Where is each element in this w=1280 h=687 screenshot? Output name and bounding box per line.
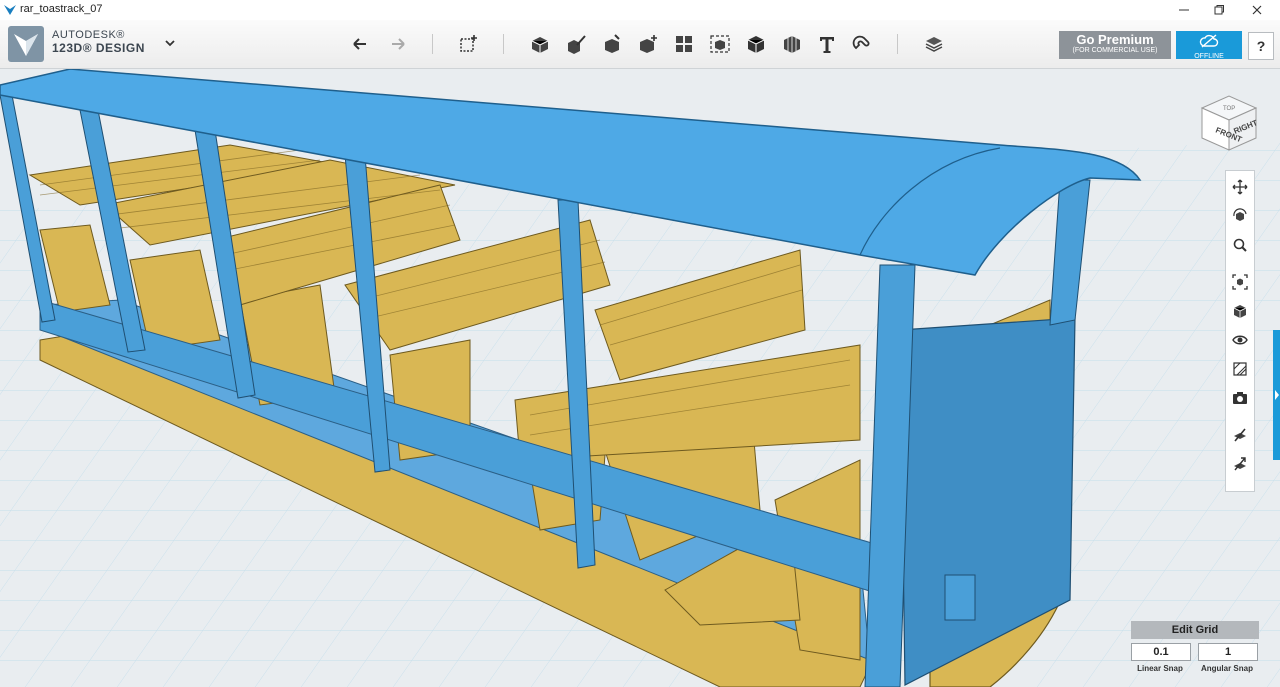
brand-name: AUTODESK® 123D® DESIGN — [52, 29, 145, 55]
camera-icon[interactable] — [1229, 387, 1251, 409]
brand-v-icon — [14, 34, 38, 56]
cloud-offline-icon — [1199, 34, 1219, 48]
title-bar: rar_toastrack_07 — [0, 0, 1280, 20]
premium-label: Go Premium — [1076, 32, 1154, 47]
text-icon[interactable] — [815, 32, 839, 56]
orbit-icon[interactable] — [1229, 205, 1251, 227]
grouping-icon[interactable] — [672, 32, 696, 56]
offline-button[interactable]: OFFLINE — [1176, 31, 1242, 60]
materials-icon[interactable] — [1229, 358, 1251, 380]
cube-top-label: TOP — [1223, 106, 1235, 112]
undo-icon[interactable] — [349, 32, 373, 56]
pan-icon[interactable] — [1229, 176, 1251, 198]
end-window — [944, 574, 976, 621]
fit-icon[interactable] — [1229, 271, 1251, 293]
primitives-icon[interactable] — [457, 32, 481, 56]
view-cube-icon: FRONT RIGHT TOP — [1200, 95, 1259, 151]
help-button[interactable]: ? — [1248, 32, 1274, 60]
snap-icon[interactable] — [850, 32, 874, 56]
snap-tool-icon[interactable] — [1229, 424, 1251, 446]
material-icon[interactable] — [922, 32, 946, 56]
toolbar-separator — [503, 34, 504, 54]
premium-sublabel: (FOR COMMERCIAL USE) — [1072, 47, 1158, 54]
zoom-icon[interactable] — [1229, 234, 1251, 256]
construct-icon[interactable] — [564, 32, 588, 56]
restore-icon[interactable] — [1200, 0, 1238, 20]
modify-icon[interactable] — [600, 32, 624, 56]
angular-snap-field[interactable]: 1 — [1198, 643, 1258, 661]
views-icon[interactable] — [1229, 300, 1251, 322]
combine-icon[interactable] — [708, 32, 732, 56]
settings-icon[interactable] — [1229, 453, 1251, 475]
window-title: rar_toastrack_07 — [20, 3, 103, 15]
linear-snap-field[interactable]: 0.1 — [1131, 643, 1191, 661]
linear-snap-label: Linear Snap — [1137, 664, 1183, 673]
edit-grid-button[interactable]: Edit Grid — [1131, 621, 1259, 639]
brand-logo[interactable] — [8, 26, 44, 62]
toolbar-separator — [897, 34, 898, 54]
go-premium-button[interactable]: Go Premium (FOR COMMERCIAL USE) — [1059, 31, 1171, 59]
visibility-icon[interactable] — [1229, 329, 1251, 351]
brand-line-2: 123D® DESIGN — [52, 41, 145, 55]
redo-icon[interactable] — [385, 32, 409, 56]
offline-label: OFFLINE — [1194, 53, 1224, 60]
close-icon[interactable] — [1238, 0, 1276, 20]
scene-canvas — [0, 69, 1280, 687]
chevron-down-icon[interactable] — [164, 37, 176, 49]
panel-arrow-icon — [1275, 390, 1279, 400]
toolbar-separator — [432, 34, 433, 54]
app-logo-icon — [4, 5, 16, 15]
side-panel-toggle[interactable] — [1273, 330, 1280, 460]
navigation-bar — [1225, 170, 1255, 492]
pattern-icon[interactable] — [636, 32, 660, 56]
minimize-icon[interactable] — [1165, 0, 1203, 20]
material-tool-icon[interactable] — [780, 32, 804, 56]
view-cube[interactable]: FRONT RIGHT TOP — [1196, 88, 1262, 154]
angular-snap-label: Angular Snap — [1200, 664, 1253, 673]
3d-viewport[interactable]: FRONT RIGHT TOP — [0, 69, 1280, 687]
sketch-icon[interactable] — [528, 32, 552, 56]
measure-icon[interactable] — [744, 32, 768, 56]
